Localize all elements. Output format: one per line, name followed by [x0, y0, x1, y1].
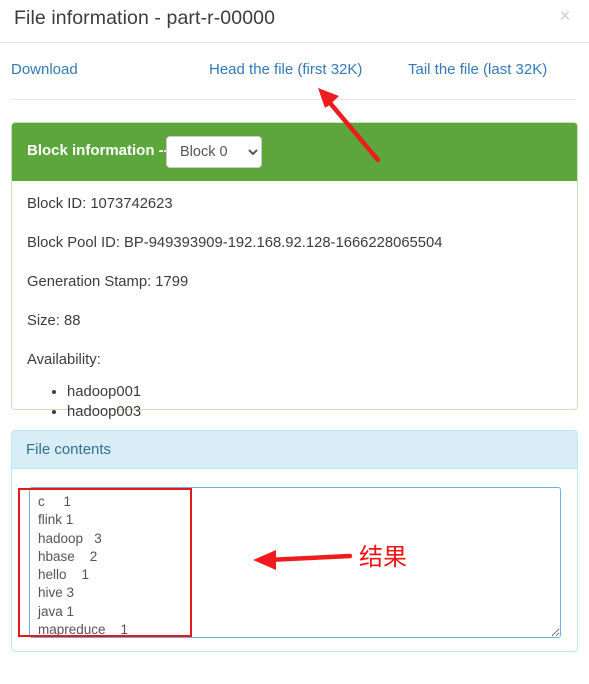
close-icon[interactable]: ×	[554, 6, 576, 28]
block-information-title: Block information --	[27, 142, 169, 159]
availability-list: hadoop001 hadoop003	[27, 382, 562, 422]
block-pool-id-text: Block Pool ID: BP-949393909-192.168.92.1…	[27, 235, 443, 251]
download-link[interactable]: Download	[11, 61, 78, 78]
section-divider	[12, 99, 577, 100]
block-information-panel: Block information -- Block ID: 107374262…	[11, 122, 578, 420]
tail-file-link[interactable]: Tail the file (last 32K)	[408, 61, 547, 78]
size-text: Size: 88	[27, 313, 81, 329]
file-contents-textarea[interactable]	[29, 487, 561, 638]
block-select[interactable]: Block 0	[166, 136, 262, 168]
modal-header: File information - part-r-00000 ×	[0, 0, 589, 43]
file-contents-header: File contents	[12, 431, 577, 469]
list-item: hadoop001	[67, 382, 562, 402]
availability-label: Availability:	[27, 352, 101, 368]
block-id-text: Block ID: 1073742623	[27, 196, 173, 212]
list-item: hadoop003	[67, 402, 562, 422]
block-information-body: Block ID: 1073742623 Block Pool ID: BP-9…	[12, 181, 577, 432]
generation-stamp-text: Generation Stamp: 1799	[27, 274, 189, 290]
file-action-links: Download Head the file (first 32K) Tail …	[0, 44, 589, 99]
head-file-link[interactable]: Head the file (first 32K)	[209, 61, 362, 78]
file-contents-panel: File contents	[11, 430, 578, 652]
block-information-header: Block information --	[12, 123, 577, 181]
file-contents-title: File contents	[26, 441, 112, 458]
page-title: File information - part-r-00000	[14, 7, 276, 29]
